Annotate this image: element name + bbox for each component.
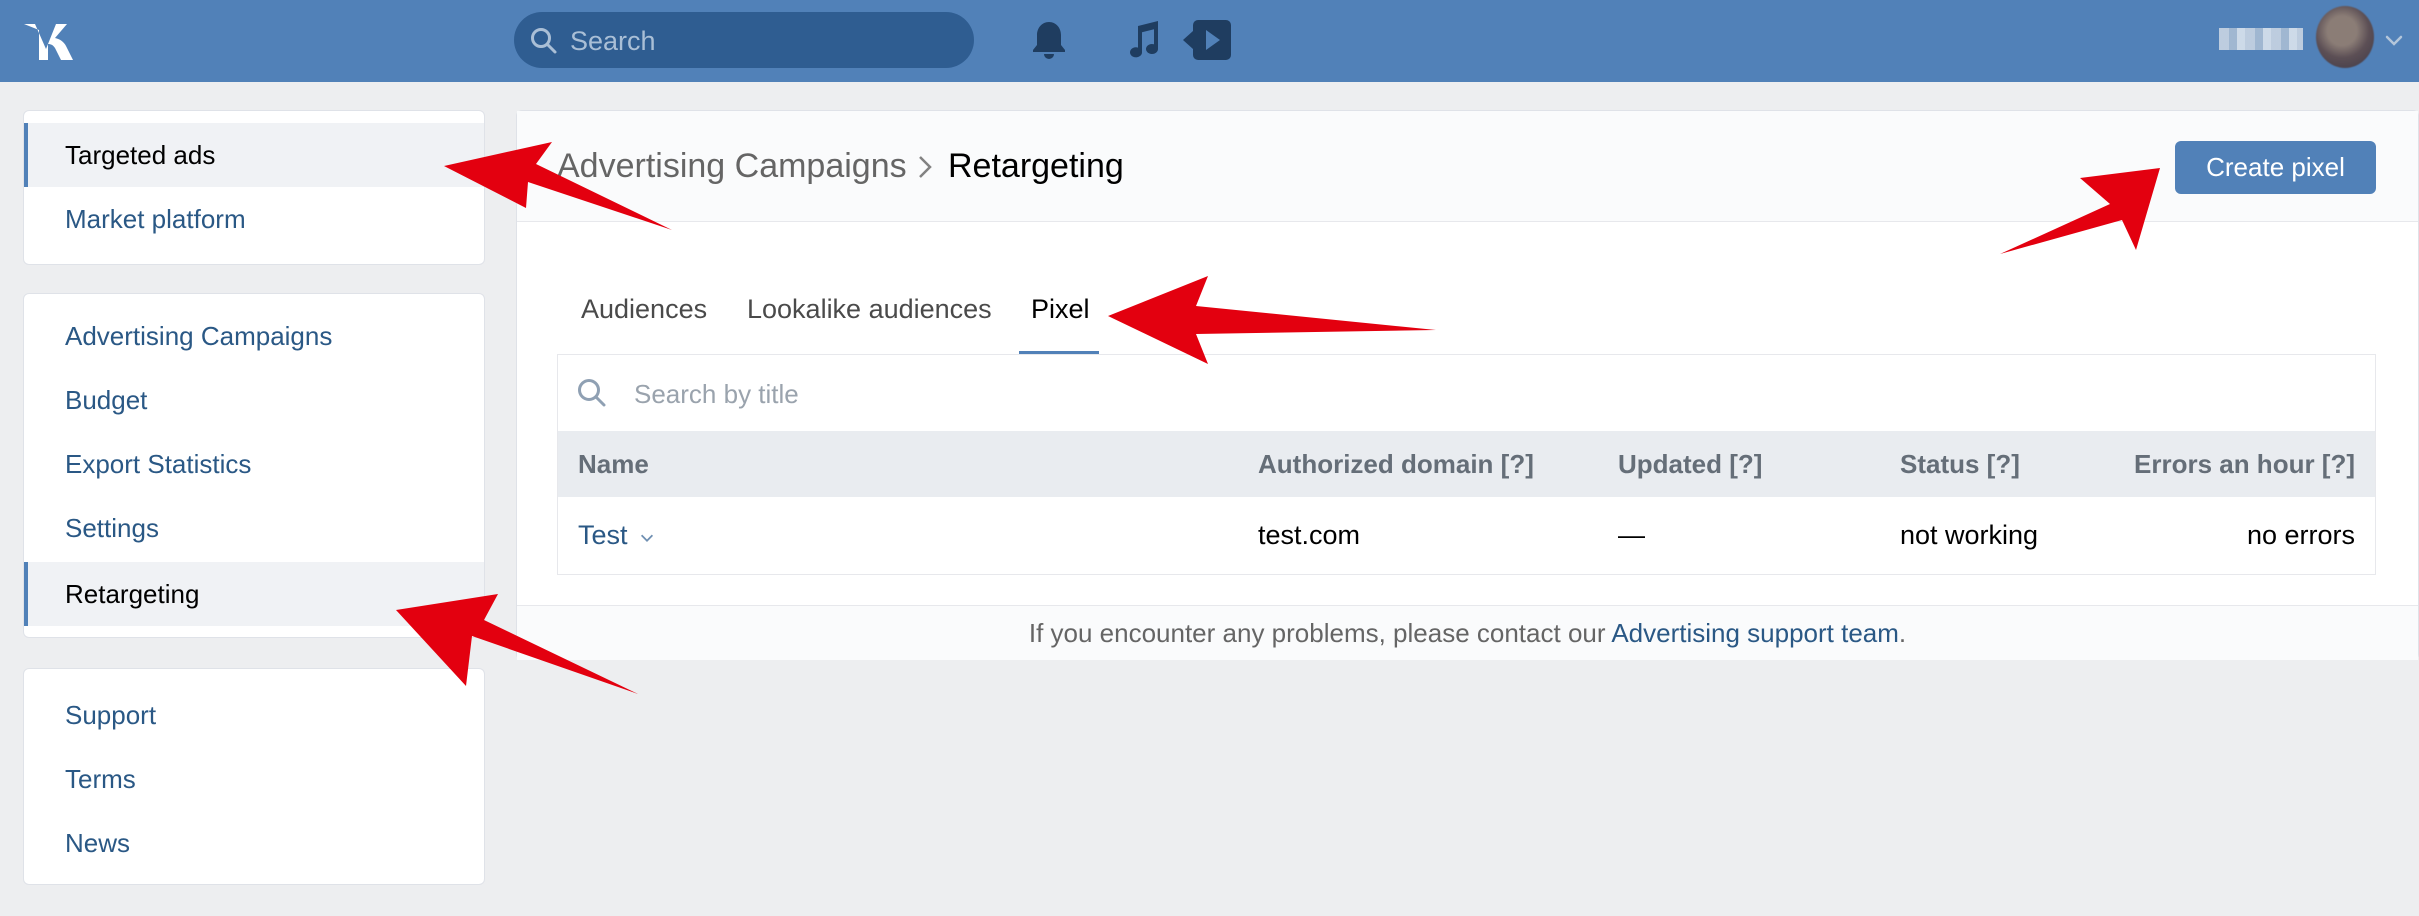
search-icon — [578, 379, 606, 407]
menu-item-settings[interactable]: Settings — [24, 496, 484, 560]
red-arrow-annotation-create-pixel — [2000, 168, 2160, 254]
column-updated[interactable]: Updated [?] — [1618, 449, 1762, 480]
footer-end: . — [1898, 618, 1907, 648]
menu-item-export-statistics[interactable]: Export Statistics — [24, 432, 484, 496]
red-arrow-annotation-targeted-ads — [444, 142, 672, 230]
tab-lookalike-audiences[interactable]: Lookalike audiences — [747, 294, 992, 334]
menu-group-cabinet: Advertising Campaigns Budget Export Stat… — [23, 293, 485, 638]
create-pixel-button[interactable]: Create pixel — [2175, 141, 2376, 194]
avatar[interactable] — [2316, 6, 2374, 68]
column-name[interactable]: Name — [578, 449, 649, 480]
column-errors-an-hour[interactable]: Errors an hour [?] — [2134, 449, 2355, 480]
search-input[interactable]: Search — [514, 12, 974, 68]
menu-item-news[interactable]: News — [24, 811, 484, 875]
search-icon — [531, 28, 557, 54]
table-header: Name Authorized domain [?] Updated [?] S… — [558, 431, 2375, 497]
chevron-right-icon — [919, 156, 932, 178]
tab-audiences[interactable]: Audiences — [581, 294, 707, 334]
menu-item-advertising-campaigns[interactable]: Advertising Campaigns — [24, 304, 484, 368]
column-authorized-domain[interactable]: Authorized domain [?] — [1258, 449, 1534, 480]
pixel-status: not working — [1900, 520, 2039, 550]
top-bar: Search — [0, 0, 2419, 82]
chevron-down-icon[interactable] — [638, 529, 656, 547]
user-name-blurred[interactable] — [2219, 28, 2303, 50]
menu-item-terms[interactable]: Terms — [24, 747, 484, 811]
support-team-link[interactable]: Advertising support team — [1611, 618, 1899, 648]
table-search-input[interactable]: Search by title — [634, 379, 799, 410]
menu-group-ads: Targeted ads Market platform — [23, 110, 485, 265]
tab-pixel[interactable]: Pixel — [1031, 294, 1090, 334]
pixel-table: Search by title Name Authorized domain [… — [557, 354, 2376, 575]
red-arrow-annotation-retargeting — [396, 594, 638, 694]
vk-logo-icon[interactable] — [22, 18, 92, 62]
menu-group-help: Support Terms News — [23, 668, 485, 885]
column-status[interactable]: Status [?] — [1900, 449, 2020, 480]
pixel-errors: no errors — [2246, 520, 2355, 550]
search-placeholder: Search — [570, 26, 656, 56]
support-footer: If you encounter any problems, please co… — [517, 605, 2418, 660]
pixel-domain: test.com — [1258, 520, 1361, 550]
chevron-down-icon[interactable] — [2382, 28, 2406, 52]
music-icon[interactable] — [1124, 18, 1162, 62]
menu-item-market-platform[interactable]: Market platform — [24, 187, 484, 251]
menu-item-budget[interactable]: Budget — [24, 368, 484, 432]
footer-text: If you encounter any problems, please co… — [1028, 618, 1612, 648]
pixel-name-link[interactable]: Test — [578, 520, 628, 551]
video-play-icon[interactable] — [1181, 18, 1233, 62]
menu-item-targeted-ads[interactable]: Targeted ads — [24, 123, 484, 187]
pixel-updated: — — [1618, 520, 1645, 550]
page-title: Retargeting — [948, 147, 1124, 185]
bell-icon[interactable] — [1029, 18, 1069, 62]
table-row[interactable]: Test test.com — not working no errors — [558, 497, 2375, 575]
red-arrow-annotation-pixel-tab — [1108, 276, 1436, 364]
